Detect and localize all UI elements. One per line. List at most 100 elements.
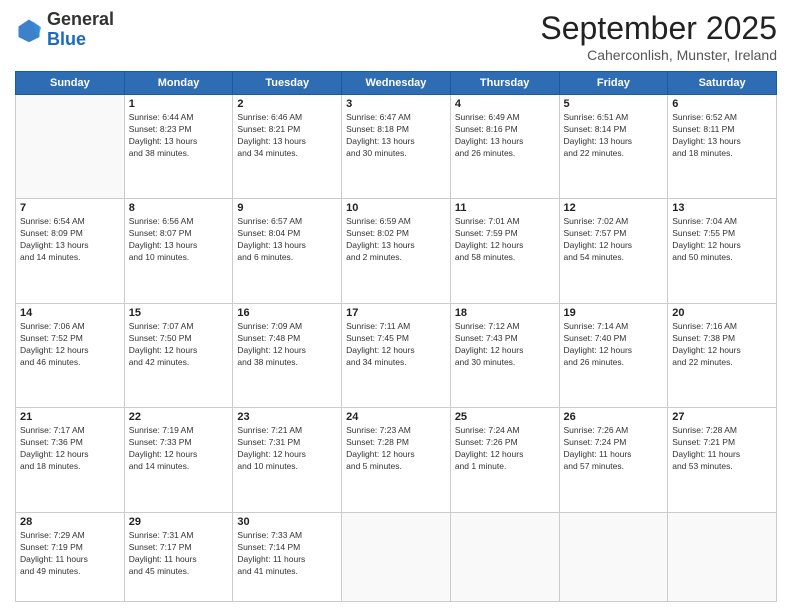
day-number: 23 xyxy=(237,411,337,423)
calendar-cell: 27 Sunrise: 7:28 AMSunset: 7:21 PMDayligh… xyxy=(668,408,777,512)
day-number: 10 xyxy=(346,202,446,214)
calendar-cell xyxy=(450,512,559,601)
header: General Blue September 2025 Caherconlish… xyxy=(15,10,777,63)
day-number: 20 xyxy=(672,307,772,319)
calendar-week-2: 7 Sunrise: 6:54 AMSunset: 8:09 PMDaylight… xyxy=(16,199,777,303)
cell-info: Sunrise: 6:47 AMSunset: 8:18 PMDaylight:… xyxy=(346,112,446,160)
cell-info: Sunrise: 6:44 AMSunset: 8:23 PMDaylight:… xyxy=(129,112,229,160)
month-title: September 2025 xyxy=(540,10,777,47)
calendar-cell: 5 Sunrise: 6:51 AMSunset: 8:14 PMDaylight… xyxy=(559,95,668,199)
calendar-cell xyxy=(16,95,125,199)
cell-info: Sunrise: 7:17 AMSunset: 7:36 PMDaylight:… xyxy=(20,425,120,473)
day-number: 16 xyxy=(237,307,337,319)
calendar-cell: 26 Sunrise: 7:26 AMSunset: 7:24 PMDayligh… xyxy=(559,408,668,512)
cell-info: Sunrise: 6:57 AMSunset: 8:04 PMDaylight:… xyxy=(237,216,337,264)
cell-info: Sunrise: 7:04 AMSunset: 7:55 PMDaylight:… xyxy=(672,216,772,264)
cell-info: Sunrise: 7:24 AMSunset: 7:26 PMDaylight:… xyxy=(455,425,555,473)
calendar-week-1: 1 Sunrise: 6:44 AMSunset: 8:23 PMDaylight… xyxy=(16,95,777,199)
calendar-cell: 2 Sunrise: 6:46 AMSunset: 8:21 PMDaylight… xyxy=(233,95,342,199)
day-number: 6 xyxy=(672,98,772,110)
cell-info: Sunrise: 7:23 AMSunset: 7:28 PMDaylight:… xyxy=(346,425,446,473)
calendar-cell xyxy=(342,512,451,601)
calendar-cell: 22Sunrise: 7:19 AMSunset: 7:33 PMDayligh… xyxy=(124,408,233,512)
calendar-cell: 20 Sunrise: 7:16 AMSunset: 7:38 PMDayligh… xyxy=(668,303,777,407)
day-number: 9 xyxy=(237,202,337,214)
calendar-cell: 13 Sunrise: 7:04 AMSunset: 7:55 PMDayligh… xyxy=(668,199,777,303)
title-block: September 2025 Caherconlish, Munster, Ir… xyxy=(540,10,777,63)
subtitle: Caherconlish, Munster, Ireland xyxy=(540,47,777,63)
cell-info: Sunrise: 6:52 AMSunset: 8:11 PMDaylight:… xyxy=(672,112,772,160)
cell-info: Sunrise: 6:51 AMSunset: 8:14 PMDaylight:… xyxy=(564,112,664,160)
day-number: 19 xyxy=(564,307,664,319)
logo-icon xyxy=(15,16,43,44)
day-header-friday: Friday xyxy=(559,72,668,95)
calendar-table: SundayMondayTuesdayWednesdayThursdayFrid… xyxy=(15,71,777,602)
day-number: 14 xyxy=(20,307,120,319)
day-header-wednesday: Wednesday xyxy=(342,72,451,95)
cell-info: Sunrise: 6:56 AMSunset: 8:07 PMDaylight:… xyxy=(129,216,229,264)
day-number: 26 xyxy=(564,411,664,423)
day-number: 12 xyxy=(564,202,664,214)
cell-info: Sunrise: 7:01 AMSunset: 7:59 PMDaylight:… xyxy=(455,216,555,264)
calendar-week-4: 21 Sunrise: 7:17 AMSunset: 7:36 PMDayligh… xyxy=(16,408,777,512)
calendar-cell: 3 Sunrise: 6:47 AMSunset: 8:18 PMDaylight… xyxy=(342,95,451,199)
day-number: 30 xyxy=(237,516,337,528)
calendar-week-5: 28 Sunrise: 7:29 AMSunset: 7:19 PMDayligh… xyxy=(16,512,777,601)
calendar-cell: 9 Sunrise: 6:57 AMSunset: 8:04 PMDaylight… xyxy=(233,199,342,303)
days-header-row: SundayMondayTuesdayWednesdayThursdayFrid… xyxy=(16,72,777,95)
cell-info: Sunrise: 7:26 AMSunset: 7:24 PMDaylight:… xyxy=(564,425,664,473)
calendar-cell: 15Sunrise: 7:07 AMSunset: 7:50 PMDayligh… xyxy=(124,303,233,407)
calendar-cell: 24Sunrise: 7:23 AMSunset: 7:28 PMDayligh… xyxy=(342,408,451,512)
day-number: 7 xyxy=(20,202,120,214)
cell-info: Sunrise: 7:07 AMSunset: 7:50 PMDaylight:… xyxy=(129,321,229,369)
day-number: 2 xyxy=(237,98,337,110)
calendar-cell: 21 Sunrise: 7:17 AMSunset: 7:36 PMDayligh… xyxy=(16,408,125,512)
day-number: 13 xyxy=(672,202,772,214)
calendar-cell: 8 Sunrise: 6:56 AMSunset: 8:07 PMDaylight… xyxy=(124,199,233,303)
cell-info: Sunrise: 6:46 AMSunset: 8:21 PMDaylight:… xyxy=(237,112,337,160)
calendar-cell: 14Sunrise: 7:06 AMSunset: 7:52 PMDayligh… xyxy=(16,303,125,407)
logo: General Blue xyxy=(15,10,114,50)
calendar-cell: 18Sunrise: 7:12 AMSunset: 7:43 PMDayligh… xyxy=(450,303,559,407)
calendar-cell: 6 Sunrise: 6:52 AMSunset: 8:11 PMDaylight… xyxy=(668,95,777,199)
cell-info: Sunrise: 7:16 AMSunset: 7:38 PMDaylight:… xyxy=(672,321,772,369)
day-header-saturday: Saturday xyxy=(668,72,777,95)
day-header-monday: Monday xyxy=(124,72,233,95)
day-number: 29 xyxy=(129,516,229,528)
cell-info: Sunrise: 7:28 AMSunset: 7:21 PMDaylight:… xyxy=(672,425,772,473)
cell-info: Sunrise: 7:09 AMSunset: 7:48 PMDaylight:… xyxy=(237,321,337,369)
day-number: 11 xyxy=(455,202,555,214)
cell-info: Sunrise: 6:49 AMSunset: 8:16 PMDaylight:… xyxy=(455,112,555,160)
calendar-cell xyxy=(559,512,668,601)
cell-info: Sunrise: 7:02 AMSunset: 7:57 PMDaylight:… xyxy=(564,216,664,264)
day-number: 27 xyxy=(672,411,772,423)
cell-info: Sunrise: 7:29 AMSunset: 7:19 PMDaylight:… xyxy=(20,530,120,578)
day-number: 21 xyxy=(20,411,120,423)
day-number: 1 xyxy=(129,98,229,110)
day-number: 4 xyxy=(455,98,555,110)
cell-info: Sunrise: 6:54 AMSunset: 8:09 PMDaylight:… xyxy=(20,216,120,264)
calendar-cell: 1 Sunrise: 6:44 AMSunset: 8:23 PMDaylight… xyxy=(124,95,233,199)
calendar-cell: 30 Sunrise: 7:33 AMSunset: 7:14 PMDayligh… xyxy=(233,512,342,601)
cell-info: Sunrise: 7:33 AMSunset: 7:14 PMDaylight:… xyxy=(237,530,337,578)
day-number: 22 xyxy=(129,411,229,423)
day-number: 17 xyxy=(346,307,446,319)
calendar-cell: 16 Sunrise: 7:09 AMSunset: 7:48 PMDayligh… xyxy=(233,303,342,407)
cell-info: Sunrise: 7:21 AMSunset: 7:31 PMDaylight:… xyxy=(237,425,337,473)
calendar-cell: 25Sunrise: 7:24 AMSunset: 7:26 PMDayligh… xyxy=(450,408,559,512)
calendar-cell: 23 Sunrise: 7:21 AMSunset: 7:31 PMDayligh… xyxy=(233,408,342,512)
day-number: 18 xyxy=(455,307,555,319)
day-header-tuesday: Tuesday xyxy=(233,72,342,95)
cell-info: Sunrise: 6:59 AMSunset: 8:02 PMDaylight:… xyxy=(346,216,446,264)
calendar-cell: 12 Sunrise: 7:02 AMSunset: 7:57 PMDayligh… xyxy=(559,199,668,303)
cell-info: Sunrise: 7:11 AMSunset: 7:45 PMDaylight:… xyxy=(346,321,446,369)
day-number: 28 xyxy=(20,516,120,528)
calendar-cell xyxy=(668,512,777,601)
calendar-cell: 11 Sunrise: 7:01 AMSunset: 7:59 PMDayligh… xyxy=(450,199,559,303)
day-number: 5 xyxy=(564,98,664,110)
calendar-cell: 28 Sunrise: 7:29 AMSunset: 7:19 PMDayligh… xyxy=(16,512,125,601)
day-number: 8 xyxy=(129,202,229,214)
day-number: 3 xyxy=(346,98,446,110)
calendar-cell: 10 Sunrise: 6:59 AMSunset: 8:02 PMDayligh… xyxy=(342,199,451,303)
logo-blue-text: Blue xyxy=(47,29,86,49)
